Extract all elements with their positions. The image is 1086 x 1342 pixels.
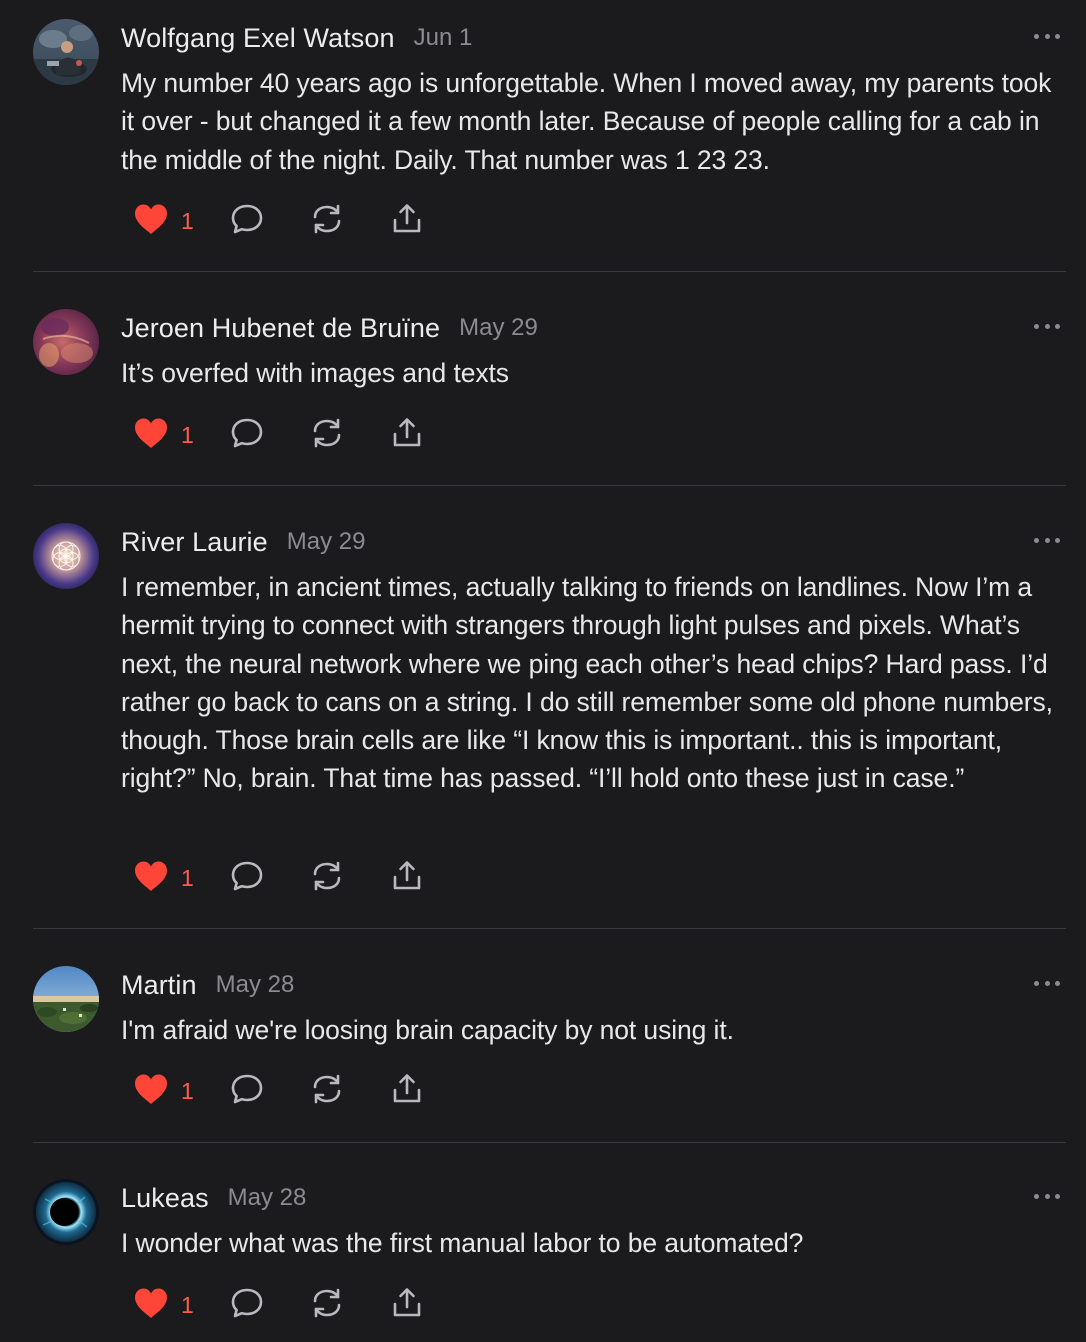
share-icon: [390, 202, 424, 241]
comment-date[interactable]: May 29: [287, 528, 366, 556]
divider: [33, 1142, 1066, 1143]
author-name[interactable]: Jeroen Hubenet de Bruïne: [121, 313, 440, 344]
avatar[interactable]: [33, 1179, 99, 1245]
avatar[interactable]: [33, 309, 99, 375]
author-name[interactable]: Martin: [121, 970, 197, 1001]
share-button[interactable]: [390, 1285, 424, 1325]
reply-button[interactable]: [230, 201, 264, 241]
like-button[interactable]: 1: [133, 201, 194, 241]
comment-date[interactable]: May 29: [459, 314, 538, 342]
like-count: 1: [181, 207, 194, 234]
comment-icon: [230, 1072, 264, 1111]
avatar[interactable]: [33, 523, 99, 589]
comment-icon: [230, 202, 264, 241]
comment-header: Lukeas May 28: [121, 1178, 306, 1218]
comment-text: I wonder what was the first manual labor…: [121, 1228, 804, 1258]
reply-button[interactable]: [230, 415, 264, 455]
like-count: 1: [181, 421, 194, 448]
reply-button[interactable]: [230, 858, 264, 898]
avatar[interactable]: [33, 966, 99, 1032]
like-count: 1: [181, 1291, 194, 1318]
share-button[interactable]: [390, 201, 424, 241]
share-button[interactable]: [390, 415, 424, 455]
author-name[interactable]: River Laurie: [121, 527, 268, 558]
comment-text: My number 40 years ago is unforgettable.…: [121, 68, 1059, 175]
divider: [33, 271, 1066, 272]
like-count: 1: [181, 864, 194, 891]
restack-button[interactable]: [310, 858, 344, 898]
restack-button[interactable]: [310, 1285, 344, 1325]
comment-icon: [230, 416, 264, 455]
author-name[interactable]: Wolfgang Exel Watson: [121, 23, 395, 54]
comment-icon: [230, 1286, 264, 1325]
share-icon: [390, 416, 424, 455]
more-options-icon[interactable]: [1034, 316, 1060, 336]
restack-icon: [310, 1286, 344, 1325]
comment-header: Wolfgang Exel Watson Jun 1: [121, 18, 472, 58]
comment-header: Martin May 28: [121, 965, 294, 1005]
restack-button[interactable]: [310, 415, 344, 455]
restack-icon: [310, 859, 344, 898]
share-icon: [390, 1286, 424, 1325]
reply-button[interactable]: [230, 1285, 264, 1325]
comment-header: River Laurie May 29: [121, 522, 365, 562]
divider: [33, 485, 1066, 486]
comment-date[interactable]: May 28: [228, 1184, 307, 1212]
comment-date[interactable]: May 28: [216, 971, 295, 999]
comment-date[interactable]: Jun 1: [414, 24, 473, 52]
comment-icon: [230, 859, 264, 898]
heart-icon: [133, 860, 169, 897]
heart-icon: [133, 1287, 169, 1324]
comment-text: It’s overfed with images and texts: [121, 358, 509, 388]
heart-icon: [133, 203, 169, 240]
avatar[interactable]: [33, 19, 99, 85]
more-options-icon[interactable]: [1034, 26, 1060, 46]
share-icon: [390, 1072, 424, 1111]
like-button[interactable]: 1: [133, 1285, 194, 1325]
comment-text: I'm afraid we're loosing brain capacity …: [121, 1015, 734, 1045]
share-button[interactable]: [390, 1071, 424, 1111]
comment-text: I remember, in ancient times, actually t…: [121, 572, 1061, 794]
more-options-icon[interactable]: [1034, 530, 1060, 550]
more-options-icon[interactable]: [1034, 1186, 1060, 1206]
heart-icon: [133, 1073, 169, 1110]
restack-icon: [310, 1072, 344, 1111]
like-button[interactable]: 1: [133, 415, 194, 455]
restack-icon: [310, 416, 344, 455]
like-button[interactable]: 1: [133, 858, 194, 898]
restack-icon: [310, 202, 344, 241]
like-button[interactable]: 1: [133, 1071, 194, 1111]
comment-header: Jeroen Hubenet de Bruïne May 29: [121, 308, 538, 348]
restack-button[interactable]: [310, 201, 344, 241]
share-button[interactable]: [390, 858, 424, 898]
more-options-icon[interactable]: [1034, 973, 1060, 993]
share-icon: [390, 859, 424, 898]
reply-button[interactable]: [230, 1071, 264, 1111]
author-name[interactable]: Lukeas: [121, 1183, 209, 1214]
divider: [33, 928, 1066, 929]
restack-button[interactable]: [310, 1071, 344, 1111]
like-count: 1: [181, 1077, 194, 1104]
heart-icon: [133, 417, 169, 454]
